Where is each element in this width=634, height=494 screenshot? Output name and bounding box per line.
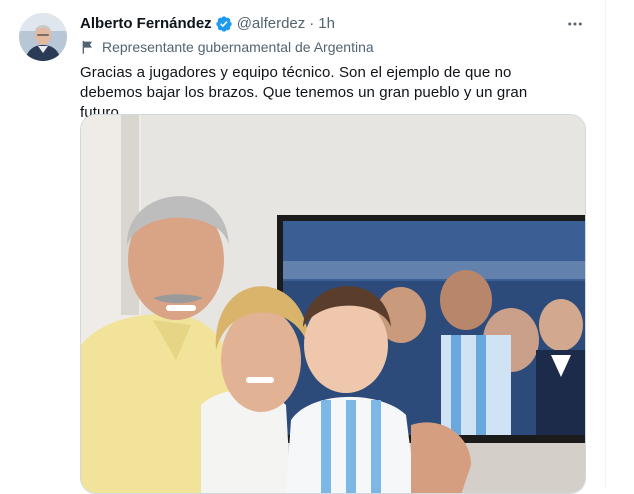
avatar-image (19, 13, 67, 61)
verified-badge-icon (216, 16, 232, 32)
government-label-text: Representante gubernamental de Argentina (102, 39, 374, 55)
author-handle[interactable]: @alferdez (237, 14, 306, 34)
tweet-photo[interactable] (80, 114, 586, 494)
more-options-button[interactable] (560, 12, 590, 36)
tweet-card[interactable]: Alberto Fernández @alferdez · 1h Represe… (0, 0, 634, 494)
author-avatar[interactable] (19, 13, 67, 61)
government-label[interactable]: Representante gubernamental de Argentina (80, 37, 374, 57)
author-name[interactable]: Alberto Fernández (80, 14, 212, 34)
government-flag-icon (82, 41, 92, 54)
more-dots-icon (568, 22, 582, 26)
photo-image (81, 115, 585, 493)
header-separator: · (309, 15, 315, 32)
tweet-header: Alberto Fernández @alferdez · 1h (80, 14, 335, 34)
column-divider (605, 0, 606, 488)
tweet-timestamp[interactable]: 1h (318, 14, 335, 34)
